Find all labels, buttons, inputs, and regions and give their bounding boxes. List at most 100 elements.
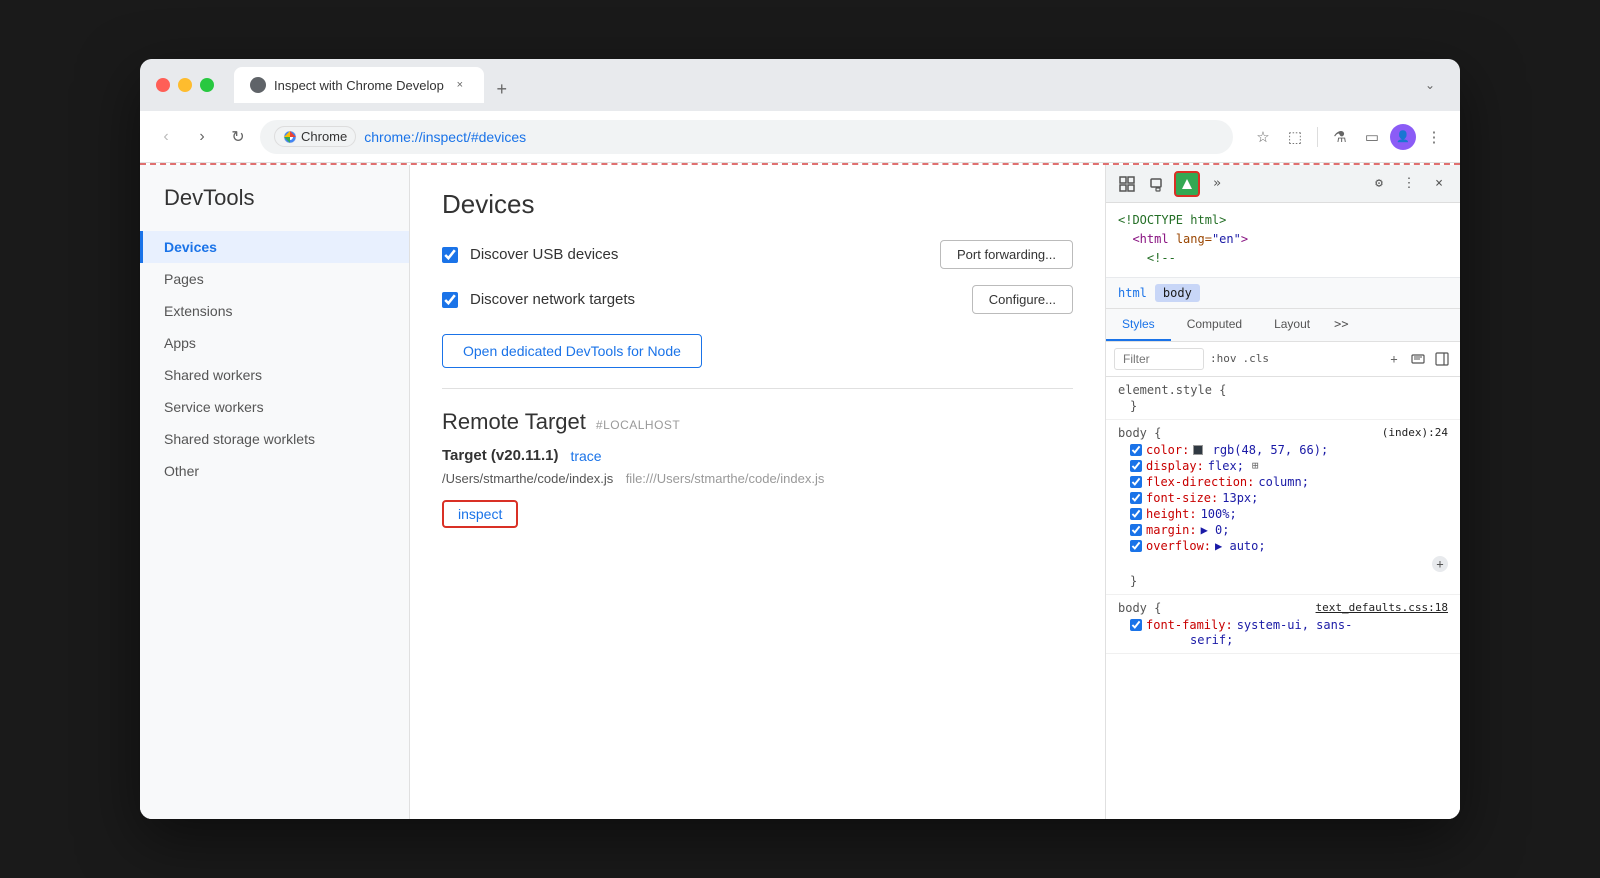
target-name: Target (v20.11.1)	[442, 447, 558, 464]
configure-button[interactable]: Configure...	[972, 285, 1073, 314]
device-toolbar-icon[interactable]	[1144, 171, 1170, 197]
close-button[interactable]	[156, 78, 170, 92]
target-file-row: /Users/stmarthe/code/index.js file:///Us…	[442, 470, 1073, 488]
forward-button[interactable]: ›	[188, 123, 216, 151]
chrome-label: Chrome	[301, 129, 347, 144]
add-style-rule-icon[interactable]: +	[1384, 349, 1404, 369]
body-rule-1-close: }	[1118, 574, 1448, 588]
overflow-prop: overflow: ▶ auto;	[1118, 538, 1448, 554]
body-breadcrumb[interactable]: body	[1155, 284, 1200, 302]
address-bar[interactable]: Chrome chrome://inspect/#devices	[260, 120, 1233, 154]
remote-target-title: Remote Target	[442, 409, 586, 435]
minimize-button[interactable]	[178, 78, 192, 92]
devtools-title: DevTools	[140, 185, 409, 231]
browser-window: Inspect with Chrome Develop × + ⌄ ‹ › ↻ …	[140, 59, 1460, 819]
dom-line-3: <!--	[1118, 249, 1448, 268]
maximize-button[interactable]	[200, 78, 214, 92]
flex-direction-prop-checkbox[interactable]	[1130, 476, 1142, 488]
inspect-button[interactable]: inspect	[442, 500, 518, 528]
tab-favicon	[250, 77, 266, 93]
element-style-rule: element.style { }	[1106, 377, 1460, 420]
devtools-node-link[interactable]: Open dedicated DevTools for Node	[442, 334, 702, 368]
target-trace-link[interactable]: trace	[570, 448, 601, 464]
filter-icons: +	[1384, 349, 1452, 369]
discover-network-checkbox[interactable]	[442, 292, 458, 308]
color-prop-checkbox[interactable]	[1130, 444, 1142, 456]
font-size-prop: font-size: 13px;	[1118, 490, 1448, 506]
tab-more-icon[interactable]: >>	[1326, 309, 1356, 341]
overflow-prop-checkbox[interactable]	[1130, 540, 1142, 552]
html-breadcrumb[interactable]: html	[1118, 286, 1147, 300]
target-file-link[interactable]: file:///Users/stmarthe/code/index.js	[626, 471, 825, 486]
chrome-badge: Chrome	[274, 126, 356, 147]
devtools-sidebar: DevTools Devices Pages Extensions Apps S…	[140, 165, 410, 819]
dom-line-1: <!DOCTYPE html>	[1118, 211, 1448, 230]
discover-usb-label: Discover USB devices	[470, 246, 618, 263]
main-content: Devices Discover USB devices Port forwar…	[410, 165, 1105, 819]
grid-icon[interactable]: ⊞	[1252, 459, 1259, 472]
sidebar-item-extensions[interactable]: Extensions	[140, 295, 409, 327]
tab-title: Inspect with Chrome Develop	[274, 78, 444, 93]
color-swatch[interactable]	[1193, 445, 1203, 455]
styles-tabs: Styles Computed Layout >>	[1106, 309, 1460, 342]
tab-styles[interactable]: Styles	[1106, 309, 1171, 341]
tabs-area: Inspect with Chrome Develop × +	[234, 67, 1404, 103]
font-family-prop: font-family: system-ui, sans-	[1118, 617, 1448, 633]
dom-area: <!DOCTYPE html> <html lang="en"> <!--	[1106, 203, 1460, 278]
tab-computed[interactable]: Computed	[1171, 309, 1258, 341]
url-display[interactable]: chrome://inspect/#devices	[364, 129, 526, 145]
more-panels-icon[interactable]: »	[1204, 171, 1230, 197]
body-rule-2-file[interactable]: text_defaults.css:18	[1316, 601, 1448, 614]
styles-filter-input[interactable]	[1114, 348, 1204, 370]
pseudo-classes-button[interactable]: :hov	[1210, 352, 1237, 365]
devtools-toolbar: » ⚙ ⋮ ×	[1106, 165, 1460, 203]
font-family-continuation: serif;	[1118, 633, 1448, 647]
element-style-selector: element.style {	[1118, 383, 1448, 397]
sidebar-item-apps[interactable]: Apps	[140, 327, 409, 359]
customize-menu-icon[interactable]: ⋮	[1396, 171, 1422, 197]
reload-button[interactable]: ↻	[224, 123, 252, 151]
port-forwarding-button[interactable]: Port forwarding...	[940, 240, 1073, 269]
discover-usb-checkbox[interactable]	[442, 247, 458, 263]
active-tab[interactable]: Inspect with Chrome Develop ×	[234, 67, 484, 103]
tab-close-button[interactable]: ×	[452, 77, 468, 93]
sidebar-item-devices[interactable]: Devices	[140, 231, 409, 263]
margin-prop-checkbox[interactable]	[1130, 524, 1142, 536]
settings-icon[interactable]: ⚙	[1366, 171, 1392, 197]
sidebar-item-other[interactable]: Other	[140, 455, 409, 487]
user-avatar[interactable]: 👤	[1390, 124, 1416, 150]
sidebar-item-shared-storage[interactable]: Shared storage worklets	[140, 423, 409, 455]
lab-icon[interactable]: ⚗	[1326, 123, 1354, 151]
toggle-sidebar-icon[interactable]	[1432, 349, 1452, 369]
height-prop: height: 100%;	[1118, 506, 1448, 522]
sidebar-item-pages[interactable]: Pages	[140, 263, 409, 295]
sidebar-icon[interactable]: ▭	[1358, 123, 1386, 151]
toggle-element-state-icon[interactable]	[1408, 349, 1428, 369]
cls-button[interactable]: .cls	[1243, 352, 1270, 365]
body-rule-1: body { (index):24 color: rgb(48, 57, 66)…	[1106, 420, 1460, 595]
more-menu-icon[interactable]: ⋮	[1420, 123, 1448, 151]
inspect-element-icon[interactable]	[1114, 171, 1140, 197]
display-prop-checkbox[interactable]	[1130, 460, 1142, 472]
sidebar-item-service-workers[interactable]: Service workers	[140, 391, 409, 423]
discover-network-row: Discover network targets Configure...	[442, 285, 1073, 314]
inspect-btn-container: inspect	[442, 496, 1073, 528]
height-prop-checkbox[interactable]	[1130, 508, 1142, 520]
new-tab-button[interactable]: +	[488, 75, 516, 103]
bookmark-icon[interactable]: ☆	[1249, 123, 1277, 151]
sidebar-item-shared-workers[interactable]: Shared workers	[140, 359, 409, 391]
target-row: Target (v20.11.1) trace	[442, 447, 1073, 464]
close-devtools-icon[interactable]: ×	[1426, 171, 1452, 197]
nav-icons: ☆ ⬚ ⚗ ▭ 👤 ⋮	[1249, 123, 1448, 151]
font-family-prop-checkbox[interactable]	[1130, 619, 1142, 631]
add-property-button[interactable]: +	[1432, 556, 1448, 572]
back-button[interactable]: ‹	[152, 123, 180, 151]
remote-target-header: Remote Target #LOCALHOST	[442, 409, 1073, 435]
color-prop: color: rgb(48, 57, 66);	[1118, 442, 1448, 458]
font-size-prop-checkbox[interactable]	[1130, 492, 1142, 504]
tab-layout[interactable]: Layout	[1258, 309, 1326, 341]
extensions-icon[interactable]: ⬚	[1281, 123, 1309, 151]
doctype-text: <!DOCTYPE html>	[1118, 213, 1226, 227]
elements-icon[interactable]	[1174, 171, 1200, 197]
chevron-down-icon[interactable]: ⌄	[1416, 71, 1444, 99]
